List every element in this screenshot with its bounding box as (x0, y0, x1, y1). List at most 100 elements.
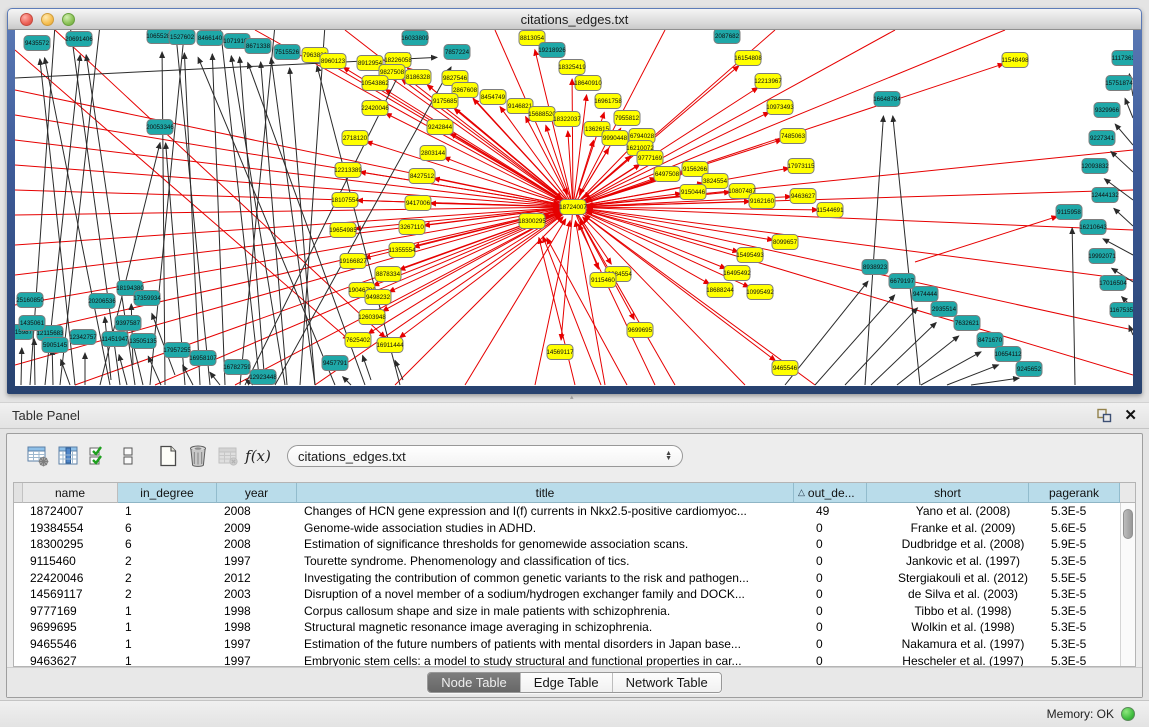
table-cell-year[interactable]: 2008 (217, 503, 297, 520)
column-header-pagerank[interactable]: pagerank (1029, 483, 1120, 503)
table-cell-title[interactable]: Corpus callosum shape and size in male p… (297, 603, 809, 620)
show-columns-icon[interactable] (53, 442, 83, 470)
table-cell-short[interactable]: Nakamura et al. (1997) (882, 636, 1044, 653)
table-select-dropdown[interactable]: citations_edges.txt ▲▼ (287, 445, 683, 467)
table-cell-in_degree[interactable]: 1 (118, 503, 217, 520)
table-cell-short[interactable]: Stergiakouli et al. (2012) (882, 569, 1044, 586)
table-cell-short[interactable]: de Silva et al. (2003) (882, 586, 1044, 603)
table-cell-title[interactable]: Investigating the contribution of common… (297, 569, 809, 586)
table-cell-out_degree[interactable]: 0 (809, 553, 882, 570)
table-cell-in_degree[interactable]: 1 (118, 652, 217, 667)
table-cell-title[interactable]: Tourette syndrome. Phenomenology and cla… (297, 553, 809, 570)
column-header-in_degree[interactable]: in_degree (118, 483, 217, 503)
table-cell-title[interactable]: Estimation of significance thresholds fo… (297, 536, 809, 553)
table-row[interactable]: 977716911998Corpus callosum shape and si… (14, 603, 1135, 620)
table-row[interactable]: 1830029562008Estimation of significance … (14, 536, 1135, 553)
select-all-columns-icon[interactable] (83, 442, 113, 470)
table-cell-short[interactable]: Yano et al. (2008) (882, 503, 1044, 520)
table-cell-title[interactable]: Structural magnetic resonance image aver… (297, 619, 809, 636)
table-cell-out_degree[interactable]: 0 (809, 636, 882, 653)
unselect-all-columns-icon[interactable] (113, 442, 143, 470)
column-header-year[interactable]: year (217, 483, 297, 503)
column-header-out_degree[interactable]: △out_de... (794, 483, 867, 503)
table-cell-year[interactable]: 1997 (217, 652, 297, 667)
table-cell-title[interactable]: Estimation of the future numbers of pati… (297, 636, 809, 653)
table-row[interactable]: 1938455462009Genome-wide association stu… (14, 520, 1135, 537)
table-cell-short[interactable]: Dudbridge et al. (2008) (882, 536, 1044, 553)
tab-edge-table[interactable]: Edge Table (521, 673, 613, 692)
table-cell-year[interactable]: 1998 (217, 603, 297, 620)
table-row[interactable]: 946362711997Embryonic stem cells: a mode… (14, 652, 1135, 667)
memory-status-icon[interactable] (1121, 707, 1135, 721)
table-cell-year[interactable]: 2009 (217, 520, 297, 537)
table-cell-in_degree[interactable]: 6 (118, 520, 217, 537)
table-cell-name[interactable]: 19384554 (23, 520, 118, 537)
table-cell-year[interactable]: 1998 (217, 619, 297, 636)
table-options-icon[interactable] (23, 442, 53, 470)
close-window-icon[interactable] (20, 13, 33, 26)
table-cell-out_degree[interactable]: 0 (809, 603, 882, 620)
minimize-window-icon[interactable] (41, 13, 54, 26)
table-cell-year[interactable]: 2008 (217, 536, 297, 553)
column-header-title[interactable]: title (297, 483, 794, 503)
table-cell-in_degree[interactable]: 1 (118, 619, 217, 636)
table-cell-in_degree[interactable]: 6 (118, 536, 217, 553)
zoom-window-icon[interactable] (62, 13, 75, 26)
table-cell-in_degree[interactable]: 2 (118, 553, 217, 570)
new-column-icon[interactable] (153, 442, 183, 470)
table-cell-in_degree[interactable]: 1 (118, 636, 217, 653)
table-cell-out_degree[interactable]: 49 (809, 503, 882, 520)
table-cell-short[interactable]: Tibbo et al. (1998) (882, 603, 1044, 620)
table-cell-name[interactable]: 9699695 (23, 619, 118, 636)
table-row[interactable]: 911546021997Tourette syndrome. Phenomeno… (14, 553, 1135, 570)
column-header-short[interactable]: short (867, 483, 1029, 503)
table-cell-name[interactable]: 9465546 (23, 636, 118, 653)
table-cell-out_degree[interactable]: 0 (809, 520, 882, 537)
table-row[interactable]: 1456911722003Disruption of a novel membe… (14, 586, 1135, 603)
delete-column-icon[interactable] (183, 442, 213, 470)
table-cell-short[interactable]: Wolkin et al. (1998) (882, 619, 1044, 636)
table-cell-name[interactable]: 14569117 (23, 586, 118, 603)
table-cell-title[interactable]: Disruption of a novel member of a sodium… (297, 586, 809, 603)
tab-node-table[interactable]: Node Table (428, 673, 521, 692)
table-cell-out_degree[interactable]: 0 (809, 569, 882, 586)
table-scrollbar[interactable] (1120, 503, 1135, 666)
table-row[interactable]: 946554611997Estimation of the future num… (14, 636, 1135, 653)
table-cell-year[interactable]: 2012 (217, 569, 297, 586)
table-cell-name[interactable]: 9777169 (23, 603, 118, 620)
table-cell-out_degree[interactable]: 0 (809, 586, 882, 603)
float-panel-icon[interactable] (1096, 408, 1112, 423)
table-scrollbar-thumb[interactable] (1123, 509, 1133, 539)
table-cell-name[interactable]: 22420046 (23, 569, 118, 586)
delete-table-icon[interactable] (213, 442, 243, 470)
column-header-name[interactable]: name (23, 483, 118, 503)
pane-splitter[interactable]: ▴ (0, 394, 1149, 402)
network-window[interactable]: citations_edges.txt 18724007183002951938… (7, 8, 1142, 394)
table-cell-short[interactable]: Hescheler et al. (1997) (882, 652, 1044, 667)
table-cell-short[interactable]: Jankovic et al. (1997) (882, 553, 1044, 570)
table-cell-in_degree[interactable]: 2 (118, 569, 217, 586)
table-cell-name[interactable]: 9115460 (23, 553, 118, 570)
table-cell-in_degree[interactable]: 2 (118, 586, 217, 603)
network-window-titlebar[interactable]: citations_edges.txt (8, 9, 1141, 30)
function-builder-icon[interactable]: f(x) (243, 442, 273, 470)
table-cell-out_degree[interactable]: 0 (809, 619, 882, 636)
table-cell-name[interactable]: 18724007 (23, 503, 118, 520)
table-cell-out_degree[interactable]: 0 (809, 652, 882, 667)
table-cell-year[interactable]: 1997 (217, 553, 297, 570)
citation-network-graph[interactable]: 1872400718300295193845547963822896012389… (15, 30, 1133, 386)
table-cell-name[interactable]: 18300295 (23, 536, 118, 553)
table-cell-short[interactable]: Franke et al. (2009) (882, 520, 1044, 537)
table-cell-title[interactable]: Changes of HCN gene expression and I(f) … (297, 503, 809, 520)
table-cell-year[interactable]: 2003 (217, 586, 297, 603)
network-canvas[interactable]: 1872400718300295193845547963822896012389… (15, 30, 1133, 386)
table-cell-year[interactable]: 1997 (217, 636, 297, 653)
close-panel-icon[interactable]: ✕ (1124, 409, 1137, 423)
table-row[interactable]: 969969511998Structural magnetic resonanc… (14, 619, 1135, 636)
table-row[interactable]: 1872400712008Changes of HCN gene express… (14, 503, 1135, 520)
table-cell-title[interactable]: Embryonic stem cells: a model to study s… (297, 652, 809, 667)
table-row[interactable]: 2242004622012Investigating the contribut… (14, 569, 1135, 586)
table-cell-name[interactable]: 9463627 (23, 652, 118, 667)
table-cell-out_degree[interactable]: 0 (809, 536, 882, 553)
table-cell-in_degree[interactable]: 1 (118, 603, 217, 620)
